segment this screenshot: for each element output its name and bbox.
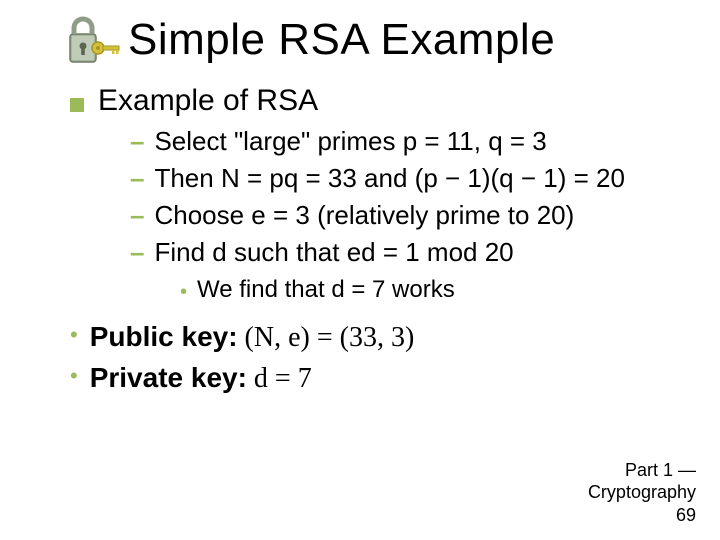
list-item: – Select "large" primes p = 11, q = 3: [130, 124, 690, 159]
item-text: Find d such that ed = 1 mod 20: [154, 235, 513, 270]
square-bullet-icon: [70, 98, 84, 112]
footer: Part 1 — Cryptography 69: [588, 459, 696, 527]
dash-bullet-icon: –: [130, 198, 144, 233]
pubkey-label: Public key:: [90, 321, 238, 352]
list-item: – Find d such that ed = 1 mod 20: [130, 235, 690, 270]
lock-key-icon: [60, 10, 120, 70]
item-text: Choose e = 3 (relatively prime to 20): [154, 198, 574, 233]
pubkey-row: • Public key: (N, e) = (33, 3): [70, 318, 690, 357]
privkey-row: • Private key: d = 7: [70, 359, 690, 398]
pubkey-value: (N, e) = (33, 3): [238, 322, 415, 353]
privkey-value: d = 7: [247, 363, 312, 394]
footer-page: 69: [588, 504, 696, 527]
title-row: Simple RSA Example: [30, 10, 690, 70]
subnote-row: • We find that d = 7 works: [180, 276, 690, 308]
privkey-label: Private key:: [90, 362, 247, 393]
dot-bullet-icon: •: [70, 359, 78, 392]
heading-row: Example of RSA: [70, 84, 690, 118]
dash-bullet-icon: –: [130, 124, 144, 159]
dot-bullet-icon: •: [180, 276, 187, 308]
slide-title: Simple RSA Example: [128, 15, 555, 65]
list-item: – Then N = pq = 33 and (p − 1)(q − 1) = …: [130, 161, 690, 196]
slide: Simple RSA Example Example of RSA – Sele…: [0, 0, 720, 540]
pubkey-line: Public key: (N, e) = (33, 3): [90, 318, 415, 357]
footer-part: Part 1 —: [588, 459, 696, 482]
item-text: Then N = pq = 33 and (p − 1)(q − 1) = 20: [154, 161, 624, 196]
dash-bullet-icon: –: [130, 235, 144, 270]
dash-bullet-icon: –: [130, 161, 144, 196]
heading-text: Example of RSA: [98, 84, 318, 118]
subnote-text: We find that d = 7 works: [197, 276, 455, 304]
dot-bullet-icon: •: [70, 318, 78, 351]
privkey-line: Private key: d = 7: [90, 359, 312, 398]
item-text: Select "large" primes p = 11, q = 3: [154, 124, 546, 159]
footer-topic: Cryptography: [588, 481, 696, 504]
list-item: – Choose e = 3 (relatively prime to 20): [130, 198, 690, 233]
content: Example of RSA – Select "large" primes p…: [30, 84, 690, 398]
